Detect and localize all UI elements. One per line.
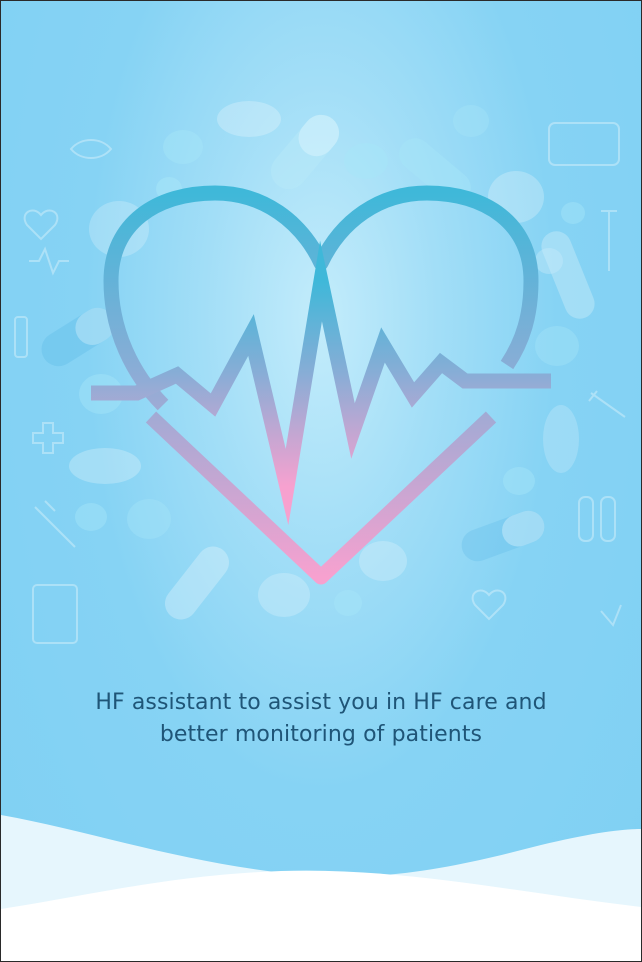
- tagline-line-2: better monitoring of patients: [159, 722, 483, 747]
- splash-screen: HF assistant to assist you in HF care an…: [0, 0, 642, 962]
- bottom-waves: [1, 815, 641, 961]
- tagline: HF assistant to assist you in HF care an…: [41, 687, 601, 751]
- medicine-pills-pattern: [14, 101, 626, 644]
- heart-rate-illustration: [14, 101, 626, 644]
- tagline-line-1: HF assistant to assist you in HF care an…: [95, 690, 547, 715]
